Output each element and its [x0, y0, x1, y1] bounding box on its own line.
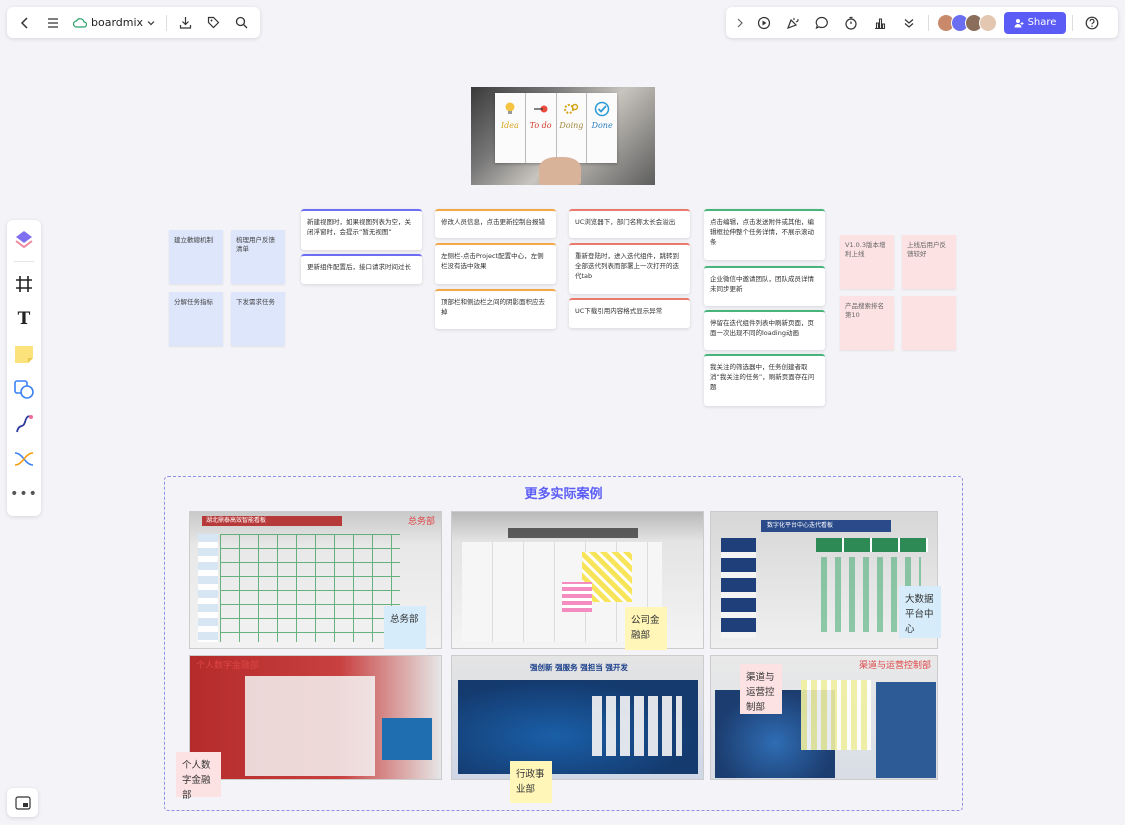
- sticky-note[interactable]: 分解任务指标: [169, 292, 223, 346]
- photo-caption: 个人数字金融部: [196, 661, 260, 671]
- hero-column-label: To do: [529, 121, 552, 130]
- palette-divider: [14, 261, 34, 262]
- expand-more-icon[interactable]: [896, 11, 922, 35]
- download-icon[interactable]: [174, 11, 198, 35]
- vote-icon[interactable]: [867, 11, 893, 35]
- share-label: Share: [1027, 17, 1057, 28]
- share-button[interactable]: Share: [1004, 11, 1066, 34]
- collaborator-avatars[interactable]: [937, 13, 997, 32]
- board-postits: [801, 680, 871, 750]
- board-photo-right: [876, 682, 936, 778]
- kanban-card-illustration: Idea To do Doing Done: [495, 93, 617, 163]
- task-card[interactable]: 企业微信中邀请团队，团队成员详情未同步更新: [704, 266, 825, 306]
- timer-icon[interactable]: [838, 11, 864, 35]
- tag-icon[interactable]: [202, 11, 226, 35]
- arrow-target-icon: [533, 105, 548, 113]
- sticky-note-icon[interactable]: [11, 341, 37, 367]
- photo-caption: 总务部: [407, 517, 435, 527]
- hero-column-doing: Doing: [557, 93, 588, 163]
- screen-map: [382, 718, 432, 760]
- task-card[interactable]: 更新组件配置后，接口请求时间过长: [301, 254, 422, 284]
- hero-column-label: Doing: [559, 121, 584, 130]
- toolbar-divider: [1072, 14, 1073, 31]
- app-name: boardmix: [91, 16, 144, 29]
- task-card[interactable]: UC浏览器下，部门名称太长会溢出: [569, 209, 690, 238]
- sticky-note[interactable]: [902, 296, 956, 350]
- department-label[interactable]: 公司金融部: [625, 607, 667, 650]
- department-label[interactable]: 总务部: [384, 606, 426, 649]
- sticky-note[interactable]: 梳理用户反馈清单: [231, 230, 285, 284]
- task-card[interactable]: 重新登陆时，进入迭代组件，跳转到全部迭代列表而部署上一次打开的迭代tab: [569, 243, 690, 294]
- toolbar-divider: [928, 14, 929, 31]
- comment-icon[interactable]: [809, 11, 835, 35]
- board-header: [508, 528, 638, 538]
- back-icon[interactable]: [13, 11, 37, 35]
- minimap-icon[interactable]: [7, 788, 38, 817]
- board-postits: [592, 696, 682, 756]
- task-card[interactable]: UC下载引用内容格式显示异常: [569, 298, 690, 328]
- department-label[interactable]: 大数据平台中心: [899, 586, 941, 638]
- department-label[interactable]: 行政事业部: [510, 761, 552, 803]
- board-title: 强创新 强服务 强担当 强开发: [530, 663, 628, 672]
- department-label[interactable]: 个人数字金融部: [176, 752, 221, 801]
- help-icon[interactable]: [1079, 11, 1105, 35]
- sticky-note[interactable]: 产品搜索排名第10: [840, 296, 894, 350]
- checkmark-icon: [594, 101, 610, 117]
- department-label[interactable]: 渠道与运营控制部: [740, 664, 782, 714]
- top-left-toolbar: boardmix: [7, 7, 260, 38]
- task-card[interactable]: 修改人员信息，点击更新控制台报错: [435, 209, 556, 238]
- board-title: 数字化平台中心迭代看板: [767, 522, 834, 529]
- board-title: 湖北鼎泰高效智能看板: [206, 517, 267, 524]
- task-card[interactable]: 点击编辑，点击发送附件或其他，编辑框拉伸整个任务详情，不展示滚动条: [704, 209, 825, 260]
- menu-icon[interactable]: [41, 11, 65, 35]
- frame-title: 更多实际案例: [524, 487, 603, 502]
- frame-tool-icon[interactable]: [11, 271, 37, 297]
- gears-icon: [564, 103, 579, 114]
- sticky-note[interactable]: 建立歡總机制: [169, 230, 223, 284]
- task-card[interactable]: 停留在迭代组件列表中刷新页面，页面一次出现不同的loading动画: [704, 310, 825, 350]
- hero-column-todo: To do: [526, 93, 557, 163]
- lightbulb-icon: [505, 102, 515, 114]
- pen-tool-icon[interactable]: [11, 411, 37, 437]
- top-right-toolbar: Share: [726, 7, 1118, 38]
- celebrate-icon[interactable]: [780, 11, 806, 35]
- cloud-sync-icon: [73, 17, 87, 28]
- board-grid-dark: [721, 538, 756, 638]
- task-card[interactable]: 新建视图时，如果视图列表为空，关闭浮窗时，会提示“暂无视图”: [301, 209, 422, 250]
- connector-tool-icon[interactable]: [11, 446, 37, 472]
- sticky-note[interactable]: 上线后用户反馈较好: [902, 235, 956, 289]
- tool-palette: T •••: [7, 220, 41, 516]
- board-columns: [816, 538, 928, 552]
- search-icon[interactable]: [230, 11, 254, 35]
- kanban-hero-image[interactable]: Idea To do Doing Done: [471, 87, 655, 185]
- board-sidebar: [198, 534, 218, 642]
- case-photo[interactable]: 强创新 强服务 强担当 强开发: [451, 655, 704, 780]
- present-icon[interactable]: [751, 11, 777, 35]
- avatar[interactable]: [979, 13, 997, 32]
- sticky-cluster-pink: [562, 582, 592, 612]
- toolbar-divider: [166, 14, 167, 31]
- hand-graphic: [539, 157, 581, 185]
- templates-icon[interactable]: [11, 226, 37, 252]
- more-tools-icon[interactable]: •••: [10, 481, 37, 507]
- sticky-note[interactable]: 下发需求任务: [231, 292, 285, 346]
- hero-column-label: Idea: [500, 121, 519, 130]
- text-tool-icon[interactable]: T: [11, 306, 37, 332]
- task-card[interactable]: 我关注的筛选器中，任务创建者取消“我关注的任务”，刷新页面存在问题: [704, 354, 825, 406]
- chevron-right-icon[interactable]: [732, 11, 748, 35]
- hero-column-idea: Idea: [495, 93, 526, 163]
- hero-column-done: Done: [587, 93, 617, 163]
- shape-tool-icon[interactable]: [11, 376, 37, 402]
- task-card[interactable]: 顶部栏和侧边栏之间的阴影面积应去掉: [435, 289, 556, 329]
- board-grid: [220, 534, 400, 642]
- task-card[interactable]: 左侧栏-点击Project配置中心，左侧栏没有选中效果: [435, 243, 556, 284]
- board-panel: [245, 676, 375, 776]
- file-name-dropdown[interactable]: boardmix: [69, 16, 159, 29]
- sticky-note[interactable]: V1.0.3版本增利上线: [840, 235, 894, 289]
- hero-column-label: Done: [591, 121, 613, 130]
- user-add-icon: [1014, 18, 1024, 27]
- case-photo[interactable]: 个人数字金融部: [189, 655, 442, 780]
- photo-caption: 渠道与运营控制部: [858, 661, 931, 671]
- chevron-down-icon: [147, 20, 155, 25]
